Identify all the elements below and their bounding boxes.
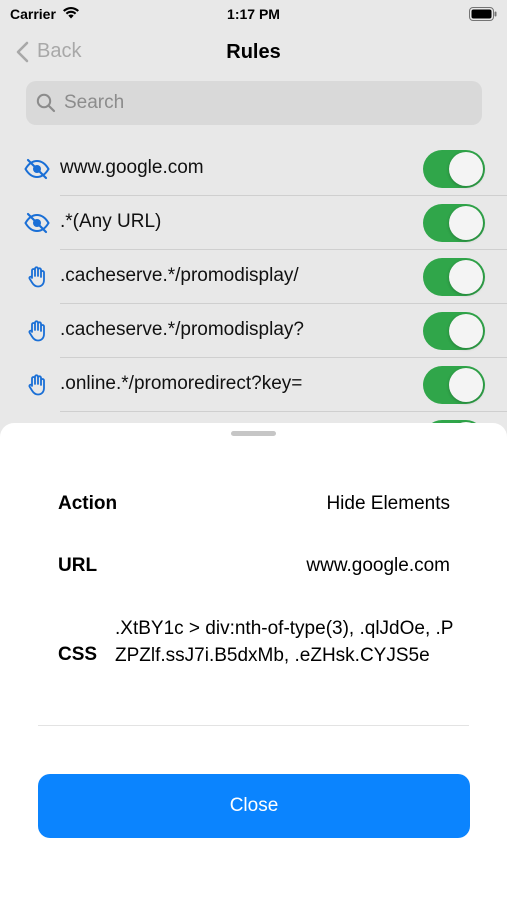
action-key: Action [58, 493, 118, 514]
rule-label: www.google.com [60, 157, 204, 178]
rule-toggle[interactable] [423, 150, 485, 188]
close-button[interactable]: Close [38, 774, 470, 838]
clock: 1:17 PM [227, 6, 280, 22]
rule-row[interactable]: .cacheserve.*/promodisplay? [0, 304, 507, 358]
hand-icon [24, 320, 50, 342]
battery-icon [469, 7, 497, 26]
hand-icon [24, 266, 50, 288]
rule-list: www.google.com .*(Any URL) .cacheserve.*… [0, 142, 507, 466]
css-key: CSS [58, 644, 98, 665]
toggle-knob [449, 368, 483, 402]
rule-label: .*(Any URL) [60, 211, 162, 232]
eye-slash-icon [24, 212, 50, 234]
divider [38, 725, 469, 726]
toggle-knob [449, 206, 483, 240]
rule-row[interactable]: .cacheserve.*/promodisplay/ [0, 250, 507, 304]
url-key: URL [58, 555, 98, 576]
url-value: www.google.com [306, 555, 450, 576]
action-row: Action Hide Elements [58, 493, 450, 521]
toggle-knob [449, 260, 483, 294]
rule-label: .cacheserve.*/promodisplay/ [60, 265, 299, 286]
css-row: CSS .XtBY1c > div:nth-of-type(3), .qlJdO… [58, 615, 453, 699]
page-title: Rules [226, 41, 281, 63]
rule-label: .cacheserve.*/promodisplay? [60, 319, 304, 340]
hand-icon [24, 374, 50, 396]
action-value: Hide Elements [326, 493, 450, 514]
rule-toggle[interactable] [423, 366, 485, 404]
sheet-grabber[interactable] [231, 431, 276, 436]
toggle-knob [449, 314, 483, 348]
rule-row[interactable]: .online.*/promoredirect?key= [0, 358, 507, 412]
search-input[interactable]: Search [26, 81, 482, 125]
navigation-bar: Back Rules [0, 30, 507, 76]
rule-row[interactable]: .*(Any URL) [0, 196, 507, 250]
rule-toggle[interactable] [423, 204, 485, 242]
rule-toggle[interactable] [423, 258, 485, 296]
search-placeholder: Search [64, 92, 125, 113]
toggle-knob [449, 152, 483, 186]
rule-label: .online.*/promoredirect?key= [60, 373, 303, 394]
url-row: URL www.google.com [58, 555, 450, 583]
rule-row[interactable]: www.google.com [0, 142, 507, 196]
rule-toggle[interactable] [423, 312, 485, 350]
css-value: .XtBY1c > div:nth-of-type(3), .qlJdOe, .… [115, 618, 454, 666]
eye-slash-icon [24, 158, 50, 180]
rule-detail-sheet: Action Hide Elements URL www.google.com … [0, 423, 507, 900]
search-icon [36, 93, 56, 113]
status-bar: Carrier 1:17 PM [0, 0, 507, 30]
